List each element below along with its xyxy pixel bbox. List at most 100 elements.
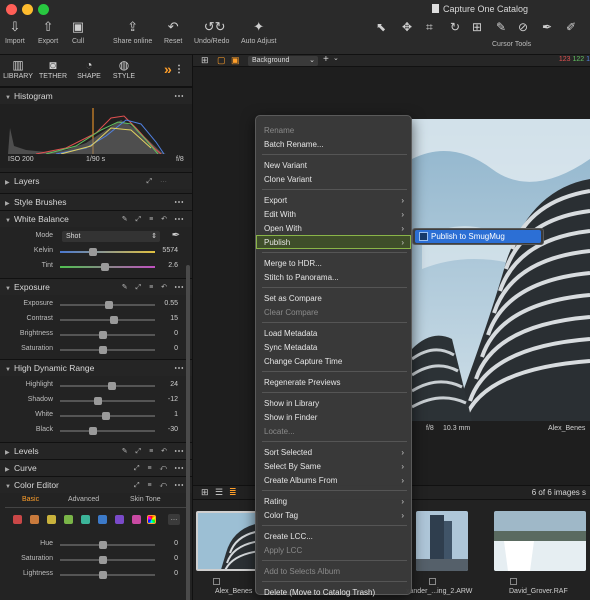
publish-to-smugmug-item[interactable]: Publish to SmugMug — [415, 230, 541, 243]
menu-item-new-variant[interactable]: New Variant — [264, 161, 307, 170]
curve-header[interactable]: ▶ Curve ⤢ ≡ ↶ ⋯ — [0, 459, 192, 476]
shadow-slider-knob[interactable] — [94, 397, 102, 405]
exposure-value[interactable]: 0.55 — [156, 300, 178, 307]
menu-item-sort-selected[interactable]: Sort Selected — [264, 448, 312, 457]
highlight-slider-knob[interactable] — [108, 382, 117, 390]
tab-tether[interactable]: ◙ TETHER — [35, 58, 71, 80]
wb-mode-select[interactable]: Shot ⇕ — [62, 231, 160, 242]
tab-advanced[interactable]: Advanced — [68, 496, 99, 503]
grid-icon[interactable]: ⊞ — [201, 487, 209, 498]
share-online-button[interactable]: ⇪ Share online — [113, 20, 152, 46]
export-button[interactable]: ⇧ Export — [38, 20, 58, 46]
menu-item-clone-variant[interactable]: Clone Variant — [264, 175, 312, 184]
lightness-slider-track[interactable] — [60, 574, 155, 576]
color-swatch[interactable] — [64, 515, 73, 524]
shadow-slider-track[interactable] — [60, 400, 155, 402]
menu-item-create-albums-from[interactable]: Create Albums From — [264, 476, 337, 485]
color-editor-menu-icon[interactable]: ⋯ — [174, 477, 184, 494]
minimize-window-button[interactable] — [22, 4, 33, 15]
color-editor-tools-icon[interactable]: ⤢ ≡ ↶ — [134, 477, 170, 494]
wb-picker-icon[interactable]: ✒ — [172, 230, 180, 241]
hue-slider-knob[interactable] — [98, 541, 107, 549]
tab-skin-tone[interactable]: Skin Tone — [130, 496, 161, 503]
color-swatch[interactable] — [13, 515, 22, 524]
add-icon[interactable]: + — [323, 54, 329, 65]
more-tabs-chevron-icon[interactable]: » — [164, 61, 172, 77]
brightness-value[interactable]: 0 — [156, 330, 178, 337]
menu-item-create-lcc[interactable]: Create LCC... — [264, 532, 313, 541]
menu-item-stitch-to-panorama[interactable]: Stitch to Panorama... — [264, 273, 339, 282]
menu-item-change-capture-time[interactable]: Change Capture Time — [264, 357, 342, 366]
curve-menu-icon[interactable]: ⋯ — [174, 460, 184, 477]
thumbnail-selected[interactable] — [196, 511, 258, 571]
thumbnail-checkbox[interactable] — [429, 578, 436, 585]
hdr-header[interactable]: ▼ High Dynamic Range ⋯ — [0, 359, 192, 376]
main-photo[interactable] — [412, 119, 590, 421]
background-select[interactable]: Background ⌄ — [248, 56, 318, 66]
style-brushes-header[interactable]: ▶ Style Brushes ⋯ — [0, 193, 192, 210]
cull-button[interactable]: ▣ Cull — [70, 20, 86, 46]
all-colors-swatch[interactable] — [147, 515, 156, 524]
select-tool-icon[interactable]: ⬉ — [376, 20, 386, 34]
color-swatch[interactable] — [98, 515, 107, 524]
black-slider-knob[interactable] — [89, 427, 98, 435]
tab-library[interactable]: ▥ LIBRARY — [0, 58, 36, 80]
white-slider-knob[interactable] — [101, 412, 110, 420]
levels-tools-icon[interactable]: ✎ ⤢ ≡ ↶ — [122, 443, 170, 460]
color-swatch[interactable] — [115, 515, 124, 524]
menu-item-set-as-compare[interactable]: Set as Compare — [264, 294, 322, 303]
eyedropper-tool-icon[interactable]: ✒ — [542, 20, 552, 34]
color-swatch[interactable] — [47, 515, 56, 524]
menu-item-open-with[interactable]: Open With — [264, 224, 302, 233]
color-swatch[interactable] — [81, 515, 90, 524]
contrast-slider-knob[interactable] — [110, 316, 119, 324]
menu-item-rating[interactable]: Rating — [264, 497, 287, 506]
grid-view-icon[interactable]: ⊞ — [201, 55, 209, 66]
menu-item-batch-rename[interactable]: Batch Rename... — [264, 140, 324, 149]
menu-item-sync-metadata[interactable]: Sync Metadata — [264, 343, 317, 352]
close-window-button[interactable] — [6, 4, 17, 15]
filmstrip-icon[interactable]: ≣ — [229, 487, 237, 498]
brightness-slider-knob[interactable] — [98, 331, 107, 339]
auto-adjust-button[interactable]: ✦ Auto Adjust — [241, 20, 276, 46]
layers-tools-icon[interactable]: ⤢ ⋯ — [146, 173, 170, 190]
thumbnail-checkbox[interactable] — [510, 578, 517, 585]
saturation-value[interactable]: 0 — [156, 555, 178, 562]
highlight-value[interactable]: 24 — [156, 381, 178, 388]
picker-tool-icon[interactable]: ⊘ — [518, 20, 528, 34]
compare-view-icon[interactable]: ▣ — [231, 55, 240, 66]
pan-tool-icon[interactable]: ✥ — [402, 20, 412, 34]
single-view-icon[interactable]: ▢ — [217, 55, 226, 66]
white-balance-header[interactable]: ▼ White Balance ✎ ⤢ ≡ ↶ ⋯ — [0, 210, 192, 227]
hdr-menu-icon[interactable]: ⋯ — [174, 360, 184, 377]
zoom-window-button[interactable] — [38, 4, 49, 15]
menu-item-delete-move-to-catalog-trash[interactable]: Delete (Move to Catalog Trash) — [264, 588, 375, 597]
kelvin-slider-track[interactable] — [60, 251, 155, 253]
histogram-menu-icon[interactable]: ⋯ — [174, 88, 184, 105]
lightness-value[interactable]: 0 — [156, 570, 178, 577]
color-swatch[interactable] — [132, 515, 141, 524]
color-editor-header[interactable]: ▼ Color Editor ⤢ ≡ ↶ ⋯ — [0, 476, 192, 493]
white-balance-menu-icon[interactable]: ⋯ — [174, 211, 184, 228]
menu-item-export[interactable]: Export — [264, 196, 287, 205]
hue-value[interactable]: 0 — [156, 540, 178, 547]
exposure-tools-icon[interactable]: ✎ ⤢ ≡ ↶ — [122, 279, 170, 296]
thumbnail[interactable] — [416, 511, 468, 571]
menu-item-load-metadata[interactable]: Load Metadata — [264, 329, 317, 338]
thumbnail-checkbox[interactable] — [213, 578, 220, 585]
list-icon[interactable]: ☰ — [215, 487, 223, 498]
black-value[interactable]: -30 — [156, 426, 178, 433]
white-balance-tools-icon[interactable]: ✎ ⤢ ≡ ↶ — [122, 211, 170, 228]
lightness-slider-knob[interactable] — [98, 571, 107, 579]
menu-item-select-by-same[interactable]: Select By Same — [264, 462, 321, 471]
curve-tools-icon[interactable]: ⤢ ≡ ↶ — [134, 460, 170, 477]
tab-shape[interactable]: ◔ SHAPE — [71, 58, 107, 80]
brush-tool-icon[interactable]: ✎ — [496, 20, 506, 34]
color-swatch[interactable] — [30, 515, 39, 524]
saturation-slider-knob[interactable] — [98, 556, 107, 564]
white-value[interactable]: 1 — [156, 411, 178, 418]
exposure-slider-knob[interactable] — [105, 301, 114, 309]
menu-item-show-in-library[interactable]: Show in Library — [264, 399, 319, 408]
levels-menu-icon[interactable]: ⋯ — [174, 443, 184, 460]
levels-header[interactable]: ▶ Levels ✎ ⤢ ≡ ↶ ⋯ — [0, 442, 192, 459]
